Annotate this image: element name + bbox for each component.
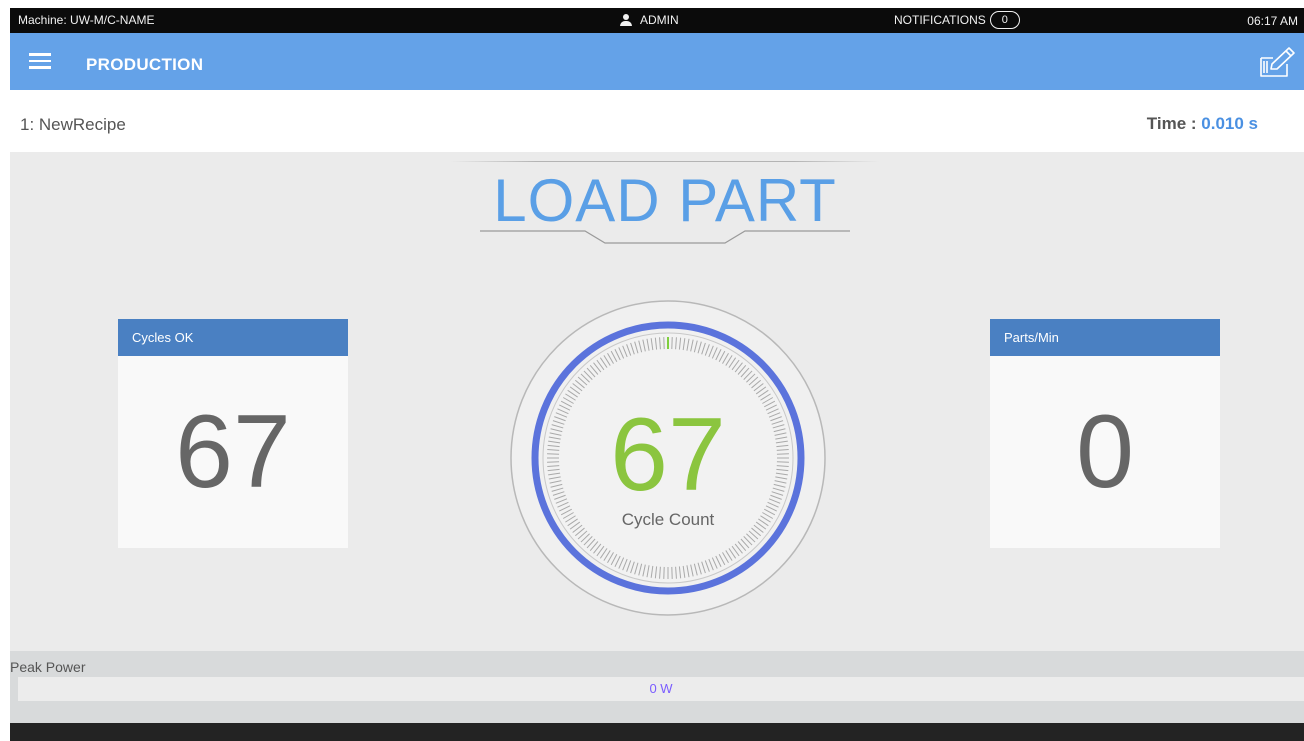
- hamburger-menu-icon[interactable]: [29, 53, 51, 69]
- cycles-ok-card: Cycles OK 67: [118, 319, 348, 548]
- clock: 06:17 AM: [1247, 14, 1298, 28]
- time-label: Time :: [1146, 114, 1202, 133]
- peak-power-section: Peak Power 0 W: [10, 651, 1304, 723]
- peak-power-value: 0 W: [649, 681, 673, 696]
- cycles-ok-value: 67: [175, 393, 291, 510]
- notifications-count-badge: 0: [989, 11, 1020, 29]
- parts-per-min-label: Parts/Min: [990, 319, 1220, 356]
- page-title: PRODUCTION: [86, 55, 204, 74]
- user-indicator[interactable]: ADMIN: [620, 13, 679, 27]
- user-icon: [620, 14, 632, 26]
- time-value: 0.010 s: [1201, 114, 1258, 133]
- cycle-time: Time : 0.010 s: [1147, 114, 1258, 134]
- banner-underline: [480, 230, 850, 244]
- parts-per-min-value: 0: [1076, 393, 1134, 510]
- notifications-label: NOTIFICATIONS: [894, 13, 986, 27]
- recipe-row: 1: NewRecipe Time : 0.010 s: [10, 90, 1304, 152]
- recipe-name: 1: NewRecipe: [20, 115, 126, 134]
- status-banner: LOAD PART: [493, 167, 837, 234]
- status-bar: Machine: UW-M/C-NAME ADMIN NOTIFICATIONS…: [10, 8, 1304, 33]
- header-bar: PRODUCTION: [10, 33, 1304, 90]
- peak-power-bar: 0 W: [18, 677, 1304, 701]
- parts-per-min-card: Parts/Min 0: [990, 319, 1220, 548]
- cycles-ok-label: Cycles OK: [118, 319, 348, 356]
- app-frame: Machine: UW-M/C-NAME ADMIN NOTIFICATIONS…: [10, 8, 1304, 741]
- edit-icon[interactable]: [1258, 45, 1296, 79]
- notifications-indicator[interactable]: NOTIFICATIONS 0: [894, 11, 1020, 29]
- cycle-count-label: Cycle Count: [621, 510, 715, 529]
- banner-top-line: [450, 161, 880, 162]
- peak-power-label: Peak Power: [10, 659, 86, 675]
- bottom-bar: [10, 723, 1304, 741]
- user-name: ADMIN: [640, 13, 679, 27]
- cycle-count-value: 67: [610, 397, 726, 513]
- machine-name: Machine: UW-M/C-NAME: [18, 13, 155, 27]
